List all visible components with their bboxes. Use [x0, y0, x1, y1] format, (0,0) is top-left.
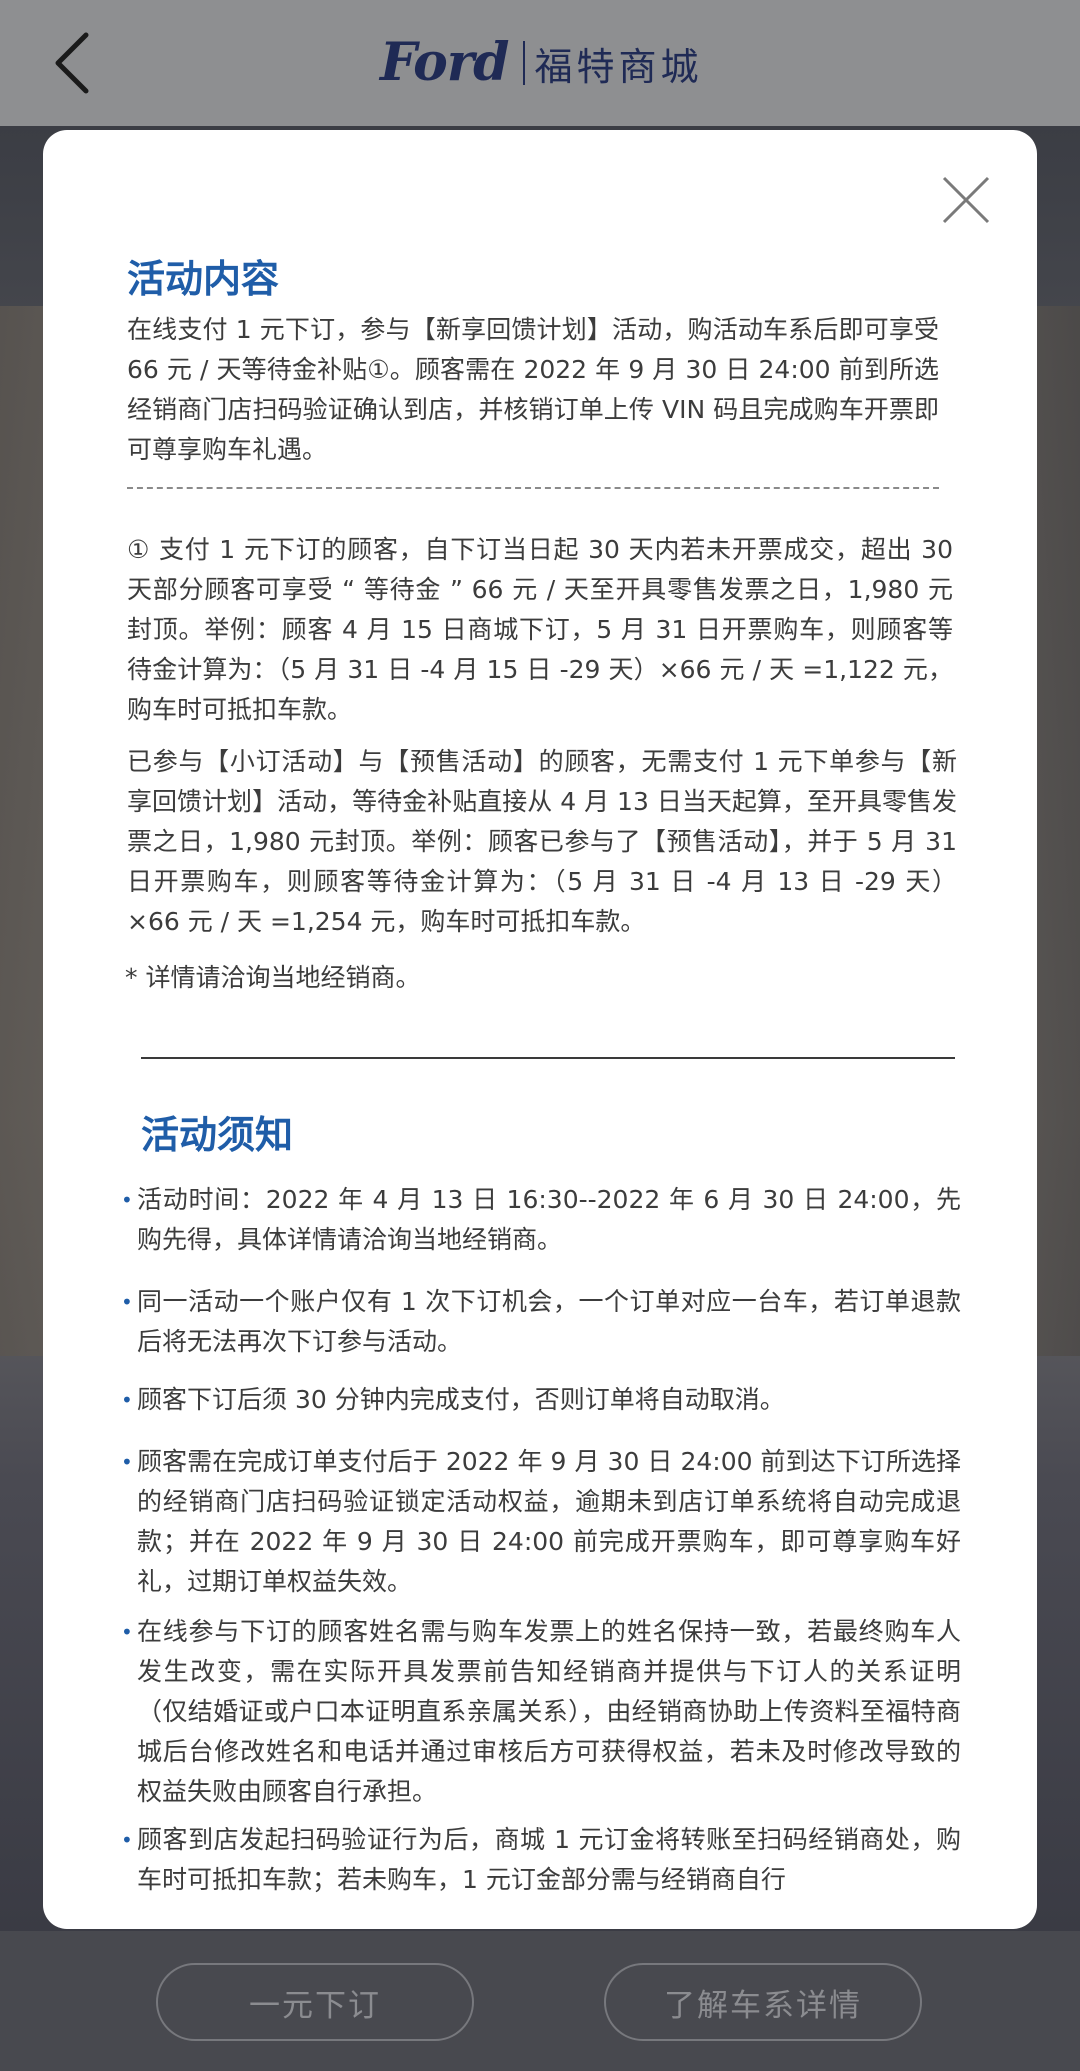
dashed-divider: [127, 487, 939, 489]
activity-intro-text: 在线支付 1 元下订，参与【新享回馈计划】活动，购活动车系后即可享受 66 元 …: [127, 315, 939, 464]
page-title: 福特商城: [534, 44, 703, 89]
list-item: • 同一活动一个账户仅有 1 次下订机会，一个订单对应一台车，若订单退款后将无法…: [121, 1282, 961, 1362]
modal-content: 活动内容 在线支付 1 元下订，参与【新享回馈计划】活动，购活动车系后即可享受 …: [43, 130, 1037, 1929]
notice-item-text: 在线参与下订的顾客姓名需与购车发票上的姓名保持一致，若最终购车人发生改变，需在实…: [137, 1617, 961, 1806]
footnote-1-text: ① 支付 1 元下订的顾客，自下订当日起 30 天内若未开票成交，超出 30 天…: [127, 535, 953, 724]
ford-logo: Ford: [380, 32, 510, 93]
bullet-dot: •: [121, 1188, 133, 1212]
list-item: • 在线参与下订的顾客姓名需与购车发票上的姓名保持一致，若最终购车人发生改变，需…: [121, 1612, 961, 1812]
notice-item-text: 顾客需在完成订单支付后于 2022 年 9 月 30 日 24:00 前到达下订…: [137, 1447, 961, 1596]
list-item: • 顾客需在完成订单支付后于 2022 年 9 月 30 日 24:00 前到达…: [121, 1442, 961, 1602]
bullet-dot: •: [121, 1620, 133, 1644]
vehicle-details-button[interactable]: 了解车系详情: [604, 1963, 922, 2041]
back-button[interactable]: [42, 26, 102, 100]
list-item: • 活动时间：2022 年 4 月 13 日 16:30--2022 年 6 月…: [121, 1180, 961, 1260]
section-title-activity-notice: 活动须知: [141, 1113, 294, 1157]
bottom-action-bar: 一元下订 了解车系详情: [0, 1931, 1080, 2071]
notice-item-text: 顾客到店发起扫码验证行为后，商城 1 元订金将转账至扫码经销商处，购车时可抵扣车…: [137, 1825, 961, 1894]
chevron-left-icon: [55, 32, 89, 94]
list-item: • 顾客下订后须 30 分钟内完成支付，否则订单将自动取消。: [121, 1380, 961, 1420]
bullet-dot: •: [121, 1388, 133, 1412]
bullet-dot: •: [121, 1828, 133, 1852]
brand-divider: [522, 41, 525, 85]
bullet-dot: •: [121, 1450, 133, 1474]
presale-note-text: 已参与【小订活动】与【预售活动】的顾客，无需支付 1 元下单参与【新享回馈计划】…: [127, 747, 957, 936]
brand-header: Ford 福特商城: [380, 30, 703, 96]
top-header: Ford 福特商城: [0, 0, 1080, 126]
notice-item-text: 同一活动一个账户仅有 1 次下订机会，一个订单对应一台车，若订单退款后将无法再次…: [137, 1287, 961, 1356]
section-title-activity-content: 活动内容: [127, 257, 280, 301]
notice-item-text: 顾客下订后须 30 分钟内完成支付，否则订单将自动取消。: [137, 1385, 785, 1414]
list-item: • 顾客到店发起扫码验证行为后，商城 1 元订金将转账至扫码经销商处，购车时可抵…: [121, 1820, 961, 1900]
activity-rules-modal: 活动内容 在线支付 1 元下订，参与【新享回馈计划】活动，购活动车系后即可享受 …: [43, 130, 1037, 1929]
order-one-yuan-button[interactable]: 一元下订: [156, 1963, 474, 2041]
section-divider: [141, 1057, 955, 1059]
notice-item-text: 活动时间：2022 年 4 月 13 日 16:30--2022 年 6 月 3…: [137, 1185, 961, 1254]
dealer-inquiry-note: * 详情请洽询当地经销商。: [125, 963, 421, 992]
bullet-dot: •: [121, 1290, 133, 1314]
